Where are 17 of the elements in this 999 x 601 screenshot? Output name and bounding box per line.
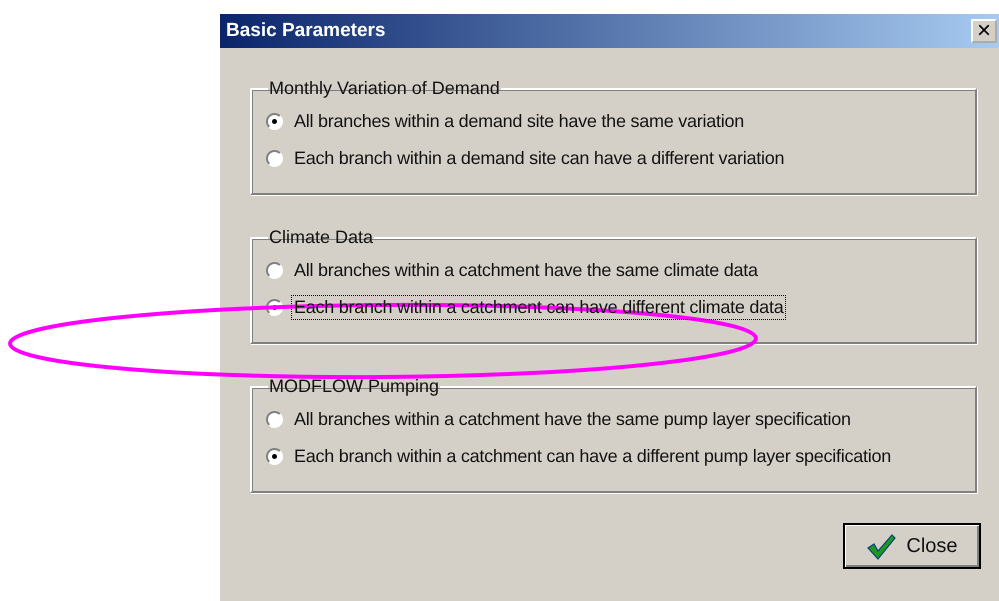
radio-button[interactable] — [266, 411, 283, 428]
group-title: Monthly Variation of Demand — [268, 78, 501, 99]
radio-label[interactable]: Each branch within a catchment can have a different pump layer specification — [291, 444, 894, 469]
close-button[interactable]: × — [971, 19, 997, 43]
group-title: Climate Data — [268, 227, 374, 248]
window-title: Basic Parameters — [226, 20, 386, 42]
checkmark-icon — [866, 532, 896, 560]
radio-button[interactable] — [266, 262, 283, 279]
radio-label[interactable]: All branches within a demand site have the same variation — [291, 109, 748, 134]
radio-label[interactable]: All branches within a catchment have the same pump layer specification — [291, 407, 854, 432]
radio-button[interactable] — [266, 113, 283, 130]
close-dialog-button[interactable]: Close — [843, 523, 981, 569]
radio-label[interactable]: All branches within a catchment have the same climate data — [291, 258, 761, 283]
radio-button[interactable] — [266, 448, 283, 465]
radio-label[interactable]: Each branch within a demand site can have a different variation — [291, 146, 788, 171]
group-title: MODFLOW Pumping — [268, 376, 440, 397]
radio-button[interactable] — [266, 150, 283, 167]
